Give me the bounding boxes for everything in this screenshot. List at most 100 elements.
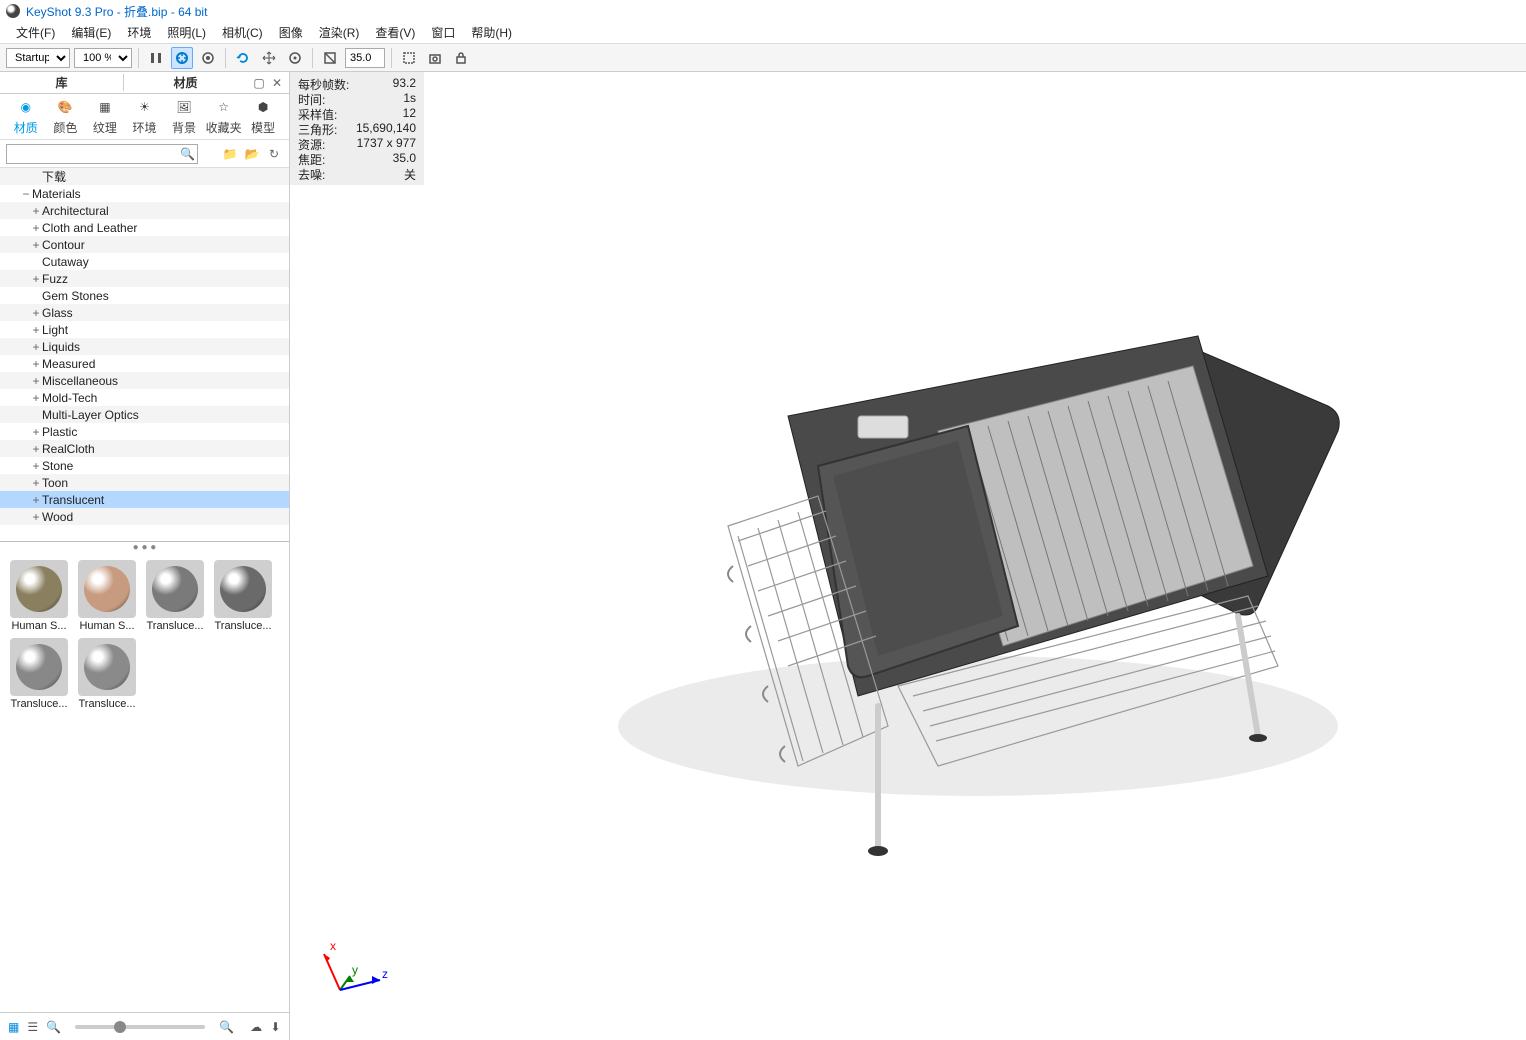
panel-undock-icon[interactable]: ▢: [251, 75, 267, 91]
cloud-download-icon[interactable]: ⬇: [270, 1018, 281, 1036]
menu-r[interactable]: 渲染(R): [311, 22, 368, 43]
expand-icon[interactable]: +: [30, 391, 42, 405]
screenshot-button[interactable]: [424, 47, 446, 69]
menu-h[interactable]: 帮助(H): [463, 22, 520, 43]
workspace-select[interactable]: Startup: [6, 48, 70, 68]
tree-item-architectural[interactable]: + Architectural: [0, 202, 289, 219]
material-thumb[interactable]: Transluce...: [76, 638, 138, 710]
expand-icon[interactable]: +: [30, 459, 42, 473]
refresh-button[interactable]: [232, 47, 254, 69]
tree-item-cutaway[interactable]: Cutaway: [0, 253, 289, 270]
view-grid-icon[interactable]: ▦: [8, 1018, 19, 1036]
axis-gizmo[interactable]: x y z: [310, 940, 390, 1010]
tree-item-light[interactable]: + Light: [0, 321, 289, 338]
search-input[interactable]: [6, 144, 198, 164]
pause-button[interactable]: [145, 47, 167, 69]
tab-backplates[interactable]: 🖼背景: [165, 97, 203, 136]
expand-icon[interactable]: +: [30, 357, 42, 371]
thumbnail-size-slider[interactable]: [75, 1025, 205, 1029]
expand-icon[interactable]: +: [30, 306, 42, 320]
refresh-library-icon[interactable]: ↻: [265, 145, 283, 163]
expand-icon[interactable]: +: [30, 204, 42, 218]
move-button[interactable]: [258, 47, 280, 69]
expand-icon[interactable]: +: [30, 510, 42, 524]
menu-f[interactable]: 文件(F): [8, 22, 63, 43]
material-thumb[interactable]: Human S...: [8, 560, 70, 632]
expand-icon[interactable]: +: [30, 493, 42, 507]
tree-item-gem-stones[interactable]: Gem Stones: [0, 287, 289, 304]
expand-icon[interactable]: +: [30, 442, 42, 456]
materials-icon: ◉: [16, 97, 36, 117]
panel-header: 库 材质 ▢ ✕: [0, 72, 289, 94]
tree-item-translucent[interactable]: + Translucent: [0, 491, 289, 508]
tree-item-wood[interactable]: + Wood: [0, 508, 289, 525]
window-title: KeyShot 9.3 Pro - 折叠.bip - 64 bit: [26, 3, 207, 20]
expand-icon[interactable]: +: [30, 374, 42, 388]
tab-colors[interactable]: 🎨颜色: [46, 97, 84, 136]
tree-item-cloth-and-leather[interactable]: + Cloth and Leather: [0, 219, 289, 236]
zoom-select[interactable]: 100 %: [74, 48, 132, 68]
tree-item-measured[interactable]: + Measured: [0, 355, 289, 372]
menu-[interactable]: 窗口: [423, 22, 463, 43]
models-icon: ⬢: [253, 97, 273, 117]
axis-x-label: x: [330, 940, 336, 953]
tree-item-fuzz[interactable]: + Fuzz: [0, 270, 289, 287]
tab-favorites[interactable]: ☆收藏夹: [205, 97, 243, 136]
cloud-upload-icon[interactable]: ☁: [250, 1018, 262, 1036]
tree-item-下载[interactable]: 下载: [0, 168, 289, 185]
library-panel: 库 材质 ▢ ✕ ◉材质🎨颜色▦纹理☀环境🖼背景☆收藏夹⬢模型 🔍 📁 📂 ↻ …: [0, 72, 290, 1040]
menu-[interactable]: 环境: [119, 22, 159, 43]
menu-v[interactable]: 查看(V): [367, 22, 423, 43]
expand-icon[interactable]: +: [30, 476, 42, 490]
tree-item-materials[interactable]: − Materials: [0, 185, 289, 202]
render-viewport[interactable]: 每秒帧数:93.2时间:1s采样值:12三角形:15,690,140资源:173…: [290, 72, 1526, 1040]
material-tree[interactable]: 下载− Materials+ Architectural+ Cloth and …: [0, 168, 289, 542]
material-thumb[interactable]: Transluce...: [8, 638, 70, 710]
titlebar: KeyShot 9.3 Pro - 折叠.bip - 64 bit: [0, 0, 1526, 22]
expand-icon[interactable]: +: [30, 238, 42, 252]
expand-icon[interactable]: −: [20, 187, 32, 201]
menu-e[interactable]: 编辑(E): [63, 22, 119, 43]
menu-l[interactable]: 照明(L): [159, 22, 214, 43]
tree-item-realcloth[interactable]: + RealCloth: [0, 440, 289, 457]
material-thumb[interactable]: Human S...: [76, 560, 138, 632]
denoise-button[interactable]: [197, 47, 219, 69]
material-thumb[interactable]: Transluce...: [144, 560, 206, 632]
zoom-in-icon[interactable]: 🔍: [219, 1018, 234, 1036]
target-button[interactable]: [284, 47, 306, 69]
focal-length-input[interactable]: [345, 48, 385, 68]
menu-[interactable]: 图像: [271, 22, 311, 43]
tree-item-glass[interactable]: + Glass: [0, 304, 289, 321]
expand-icon[interactable]: +: [30, 323, 42, 337]
zoom-out-icon[interactable]: 🔍: [46, 1018, 61, 1036]
material-thumb[interactable]: Transluce...: [212, 560, 274, 632]
lock-button[interactable]: [450, 47, 472, 69]
expand-icon[interactable]: +: [30, 425, 42, 439]
tree-item-mold-tech[interactable]: + Mold-Tech: [0, 389, 289, 406]
tree-item-liquids[interactable]: + Liquids: [0, 338, 289, 355]
tree-item-plastic[interactable]: + Plastic: [0, 423, 289, 440]
folder-import-icon[interactable]: 📁: [221, 145, 239, 163]
panel-title-materials: 材质: [123, 74, 247, 91]
menu-c[interactable]: 相机(C): [214, 22, 271, 43]
tree-item-miscellaneous[interactable]: + Miscellaneous: [0, 372, 289, 389]
expand-icon[interactable]: +: [30, 340, 42, 354]
tab-environments[interactable]: ☀环境: [125, 97, 163, 136]
splitter-handle[interactable]: ● ● ●: [0, 542, 289, 552]
tree-item-contour[interactable]: + Contour: [0, 236, 289, 253]
panel-close-icon[interactable]: ✕: [269, 75, 285, 91]
axis-z-label: z: [382, 967, 388, 981]
region-button[interactable]: [398, 47, 420, 69]
realtime-render-button[interactable]: [171, 47, 193, 69]
folder-add-icon[interactable]: 📂: [243, 145, 261, 163]
tab-textures[interactable]: ▦纹理: [86, 97, 124, 136]
tree-item-toon[interactable]: + Toon: [0, 474, 289, 491]
tree-item-multi-layer-optics[interactable]: Multi-Layer Optics: [0, 406, 289, 423]
expand-icon[interactable]: +: [30, 272, 42, 286]
tree-item-stone[interactable]: + Stone: [0, 457, 289, 474]
perspective-button[interactable]: [319, 47, 341, 69]
expand-icon[interactable]: +: [30, 221, 42, 235]
view-list-icon[interactable]: ☰: [27, 1018, 38, 1036]
tab-materials[interactable]: ◉材质: [7, 97, 45, 136]
tab-models[interactable]: ⬢模型: [244, 97, 282, 136]
